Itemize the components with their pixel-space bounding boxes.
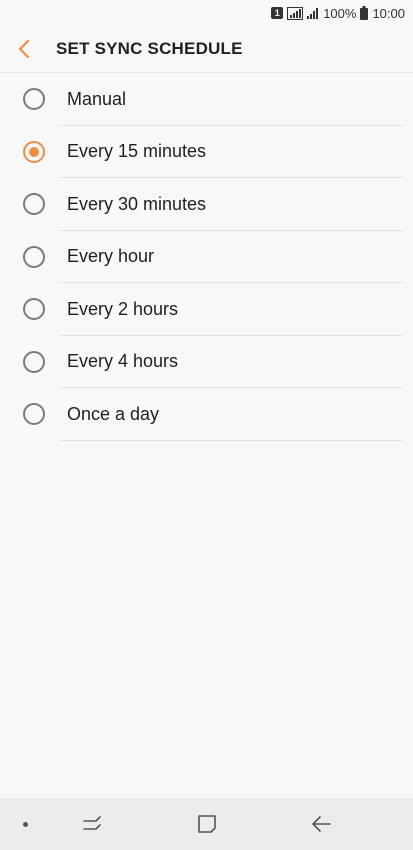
page-title: SET SYNC SCHEDULE — [56, 39, 243, 58]
home-icon — [198, 815, 216, 833]
option-every-hour[interactable]: Every hour — [0, 231, 413, 283]
option-label: Every 30 minutes — [67, 193, 207, 214]
sim-icon: 1 — [271, 7, 284, 19]
home-button[interactable] — [195, 812, 219, 836]
navigation-bar — [0, 798, 413, 850]
option-label: Every 2 hours — [67, 298, 179, 319]
option-label: Once a day — [67, 403, 160, 424]
recent-apps-icon — [83, 816, 101, 830]
nav-back-button[interactable] — [310, 812, 334, 836]
divider — [59, 439, 403, 441]
battery-icon — [360, 6, 369, 20]
option-manual[interactable]: Manual — [0, 73, 413, 126]
signal-icon — [307, 7, 319, 19]
app-header: SET SYNC SCHEDULE — [0, 26, 413, 72]
option-label: Every 4 hours — [67, 351, 179, 372]
option-label: Manual — [67, 88, 127, 109]
radio-button[interactable] — [23, 245, 45, 268]
option-every-15-minutes[interactable]: Every 15 minutes — [0, 126, 413, 178]
clock: 10:00 — [372, 5, 405, 21]
option-every-4-hours[interactable]: Every 4 hours — [0, 336, 413, 388]
radio-button[interactable] — [23, 298, 45, 321]
option-once-a-day[interactable]: Once a day — [0, 388, 413, 441]
option-label: Every 15 minutes — [67, 141, 207, 162]
chevron-left-icon — [18, 39, 30, 59]
status-bar: 1 100% 10:00 — [0, 0, 413, 26]
back-button[interactable] — [18, 34, 40, 64]
radio-button[interactable] — [23, 193, 45, 216]
recent-apps-button[interactable] — [80, 812, 104, 836]
screen: 1 100% 10:00 SET SYNC SCHEDULE Manual Ev… — [0, 0, 413, 850]
option-every-30-minutes[interactable]: Every 30 minutes — [0, 178, 413, 231]
option-every-2-hours[interactable]: Every 2 hours — [0, 283, 413, 336]
option-label: Every hour — [67, 246, 155, 267]
back-icon — [312, 816, 331, 832]
nav-indicator-dot — [23, 822, 28, 827]
battery-percent: 100% — [323, 5, 357, 21]
sync-schedule-options: Manual Every 15 minutes Every 30 minutes… — [0, 73, 413, 441]
radio-button-selected[interactable] — [23, 140, 45, 163]
radio-button[interactable] — [23, 350, 45, 373]
network-icon — [287, 6, 304, 20]
radio-button[interactable] — [23, 403, 45, 426]
radio-button[interactable] — [23, 88, 45, 111]
